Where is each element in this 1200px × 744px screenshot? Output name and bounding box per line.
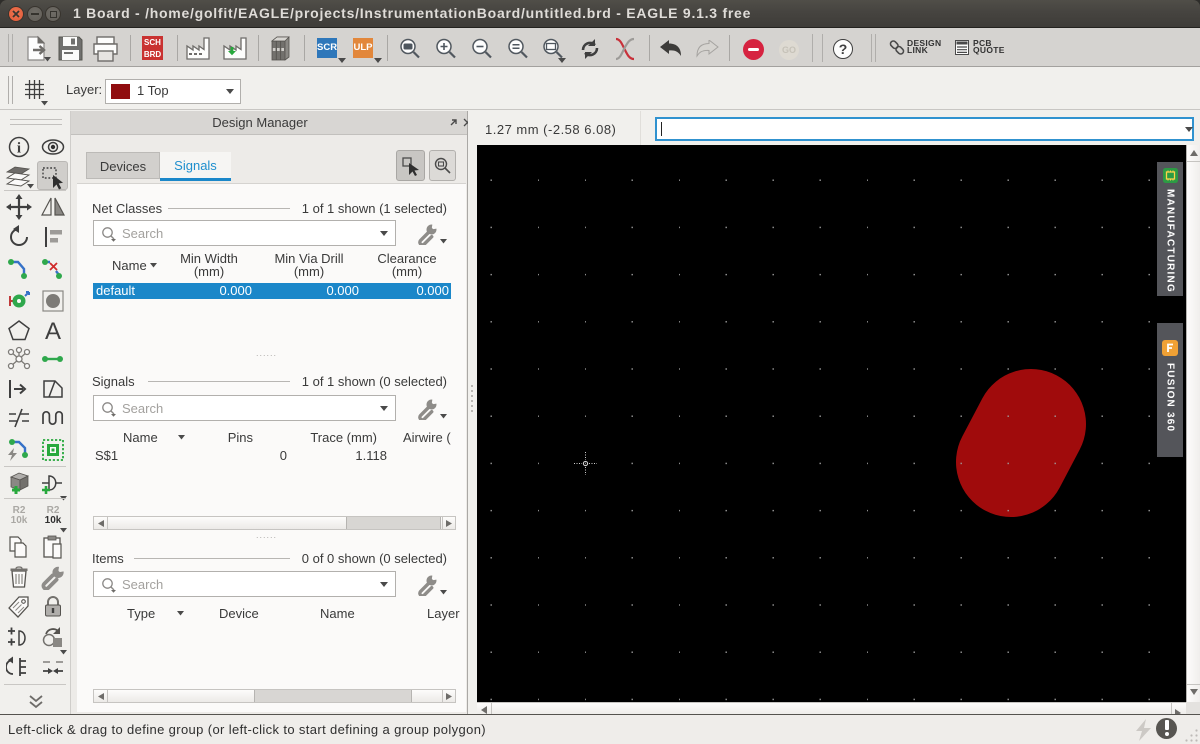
svg-text:i: i: [17, 141, 21, 157]
svg-text:A: A: [45, 318, 61, 344]
